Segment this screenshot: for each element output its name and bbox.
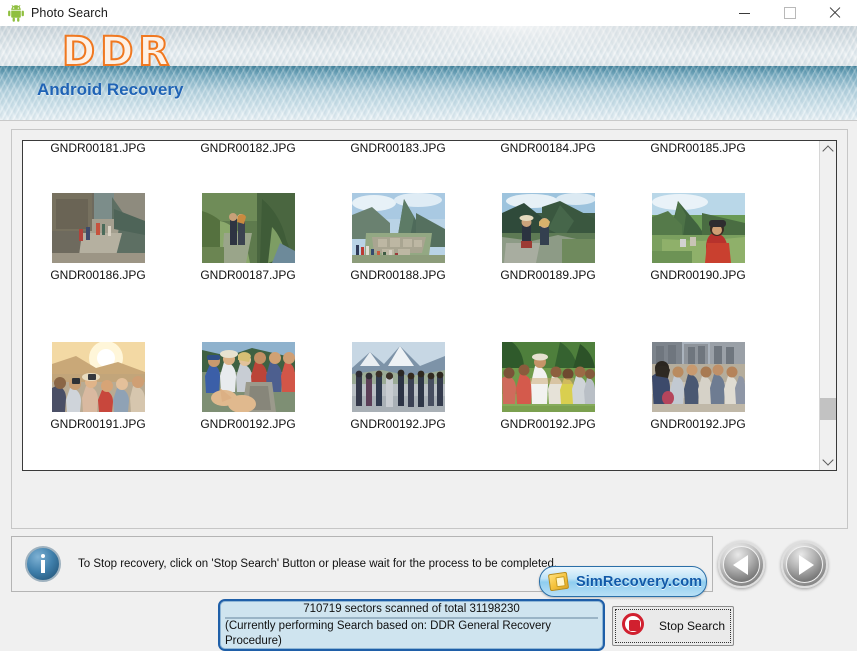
photo-item-label: GNDR00182.JPG — [200, 141, 296, 155]
photo-item-label: GNDR00191.JPG — [50, 417, 146, 431]
stop-search-button[interactable]: Stop Search — [612, 606, 734, 646]
info-message: To Stop recovery, click on 'Stop Search'… — [78, 558, 558, 570]
photo-item-label: GNDR00186.JPG — [50, 268, 146, 282]
photo-item[interactable]: GNDR00191.JPG — [23, 342, 173, 431]
photo-list-scrollbar[interactable] — [819, 141, 836, 470]
stop-icon — [622, 613, 648, 639]
banner-subtitle: Android Recovery — [37, 80, 184, 99]
photo-item[interactable]: GNDR00190.JPG — [623, 193, 773, 282]
photo-item[interactable]: GNDR00181.JPG — [23, 141, 173, 155]
sim-card-icon — [547, 571, 570, 592]
photo-thumbnail[interactable] — [201, 342, 295, 412]
close-icon — [829, 7, 841, 19]
scroll-down-button[interactable] — [820, 453, 836, 470]
photo-item[interactable]: GNDR00182.JPG — [173, 141, 323, 155]
photo-thumbnail[interactable] — [51, 193, 145, 263]
info-icon-dot — [41, 554, 45, 558]
app-banner: DDR Android Recovery — [0, 26, 857, 121]
photo-thumbnail[interactable] — [51, 342, 145, 412]
photo-search-window: Photo Search DDR Android Recovery GNDR00… — [0, 0, 857, 651]
current-procedure-label: (Currently performing Search based on: D… — [225, 620, 551, 647]
simrecovery-brand-badge[interactable]: SimRecovery.com — [539, 566, 707, 597]
photo-item[interactable]: GNDR00188.JPG — [323, 193, 473, 282]
next-button-inner — [786, 546, 823, 583]
minimize-button[interactable] — [722, 0, 767, 26]
photo-grid: GNDR00181.JPG GNDR00182.JPG GNDR00183.JPG G… — [23, 141, 819, 470]
scrollbar-thumb[interactable] — [820, 398, 836, 420]
minimize-icon — [739, 12, 750, 14]
photo-item-label: GNDR00184.JPG — [500, 141, 596, 155]
photo-item[interactable]: GNDR00189.JPG — [473, 193, 623, 282]
sectors-scanned-label: 710719 sectors scanned of total 31198230 — [303, 603, 520, 615]
photo-item-label: GNDR00187.JPG — [200, 268, 296, 282]
chevron-up-icon — [822, 145, 834, 157]
photo-item[interactable]: GNDR00186.JPG — [23, 193, 173, 282]
brand-name: SimRecovery.com — [576, 573, 703, 590]
photo-thumbnail[interactable] — [351, 193, 445, 263]
photo-item-label: GNDR00183.JPG — [350, 141, 446, 155]
chevron-down-icon — [822, 454, 834, 466]
window-title: Photo Search — [31, 6, 108, 20]
title-bar: Photo Search — [0, 0, 857, 27]
photo-item[interactable]: GNDR00192.JPG — [473, 342, 623, 431]
photo-item-label: GNDR00189.JPG — [500, 268, 596, 282]
photo-item-label: GNDR00192.JPG — [650, 417, 746, 431]
banner-divider — [0, 120, 857, 121]
scrollbar-track[interactable] — [820, 158, 836, 453]
android-robot-icon — [7, 4, 25, 22]
photo-item-label: GNDR00192.JPG — [500, 417, 596, 431]
next-arrow-icon — [798, 554, 814, 575]
photo-item[interactable]: GNDR00192.JPG — [323, 342, 473, 431]
ddr-logo: DDR — [61, 28, 175, 76]
photo-item[interactable]: GNDR00192.JPG — [173, 342, 323, 431]
photo-thumbnail[interactable] — [501, 193, 595, 263]
photo-thumbnail[interactable] — [201, 193, 295, 263]
progress-bar — [225, 617, 598, 619]
photo-item-label: GNDR00181.JPG — [50, 141, 146, 155]
photo-item[interactable]: GNDR00192.JPG — [623, 342, 773, 431]
photo-item[interactable]: GNDR00187.JPG — [173, 193, 323, 282]
photo-item-label: GNDR00188.JPG — [350, 268, 446, 282]
photo-item-label: GNDR00185.JPG — [650, 141, 746, 155]
photo-thumbnail[interactable] — [351, 342, 445, 412]
back-button-inner — [723, 546, 760, 583]
scan-progress-panel: 710719 sectors scanned of total 31198230… — [218, 599, 605, 651]
results-group-box: GNDR00181.JPG GNDR00182.JPG GNDR00183.JPG G… — [11, 129, 848, 651]
back-button[interactable] — [718, 541, 765, 588]
maximize-button[interactable] — [767, 0, 812, 26]
scroll-up-button[interactable] — [820, 141, 836, 158]
maximize-icon — [783, 7, 796, 19]
close-button[interactable] — [812, 0, 857, 26]
photo-item[interactable]: GNDR00183.JPG — [323, 141, 473, 155]
info-icon-stem — [41, 560, 45, 573]
stop-icon-square — [629, 620, 640, 631]
next-button[interactable] — [781, 541, 828, 588]
photo-item-label: GNDR00190.JPG — [650, 268, 746, 282]
stop-search-label: Stop Search — [659, 619, 726, 633]
photo-item[interactable]: GNDR00185.JPG — [623, 141, 773, 155]
window-controls — [722, 0, 857, 26]
photo-thumbnail[interactable] — [501, 342, 595, 412]
back-arrow-icon — [732, 554, 748, 575]
photo-item[interactable]: GNDR00184.JPG — [473, 141, 623, 155]
photo-item-label: GNDR00192.JPG — [350, 417, 446, 431]
photo-thumbnail[interactable] — [651, 193, 745, 263]
photo-thumbnail[interactable] — [651, 342, 745, 412]
photo-list[interactable]: GNDR00181.JPG GNDR00182.JPG GNDR00183.JPG G… — [22, 140, 837, 471]
photo-item-label: GNDR00192.JPG — [200, 417, 296, 431]
info-icon — [25, 546, 61, 582]
